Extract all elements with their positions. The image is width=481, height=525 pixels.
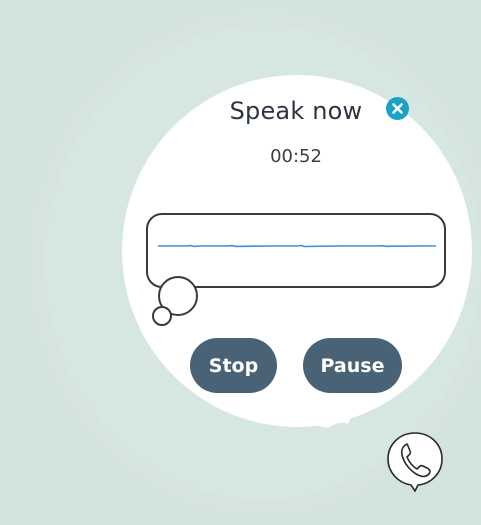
phone-button[interactable] bbox=[385, 430, 445, 493]
audio-waveform bbox=[158, 244, 436, 248]
phone-icon bbox=[387, 432, 443, 493]
close-button[interactable] bbox=[386, 97, 409, 120]
waveform-box bbox=[146, 213, 446, 288]
thought-bubble-small bbox=[152, 306, 172, 326]
recording-timer: 00:52 bbox=[270, 146, 322, 167]
close-icon bbox=[392, 103, 403, 114]
stop-button[interactable]: Stop bbox=[190, 338, 277, 393]
pause-button[interactable]: Pause bbox=[303, 338, 402, 393]
